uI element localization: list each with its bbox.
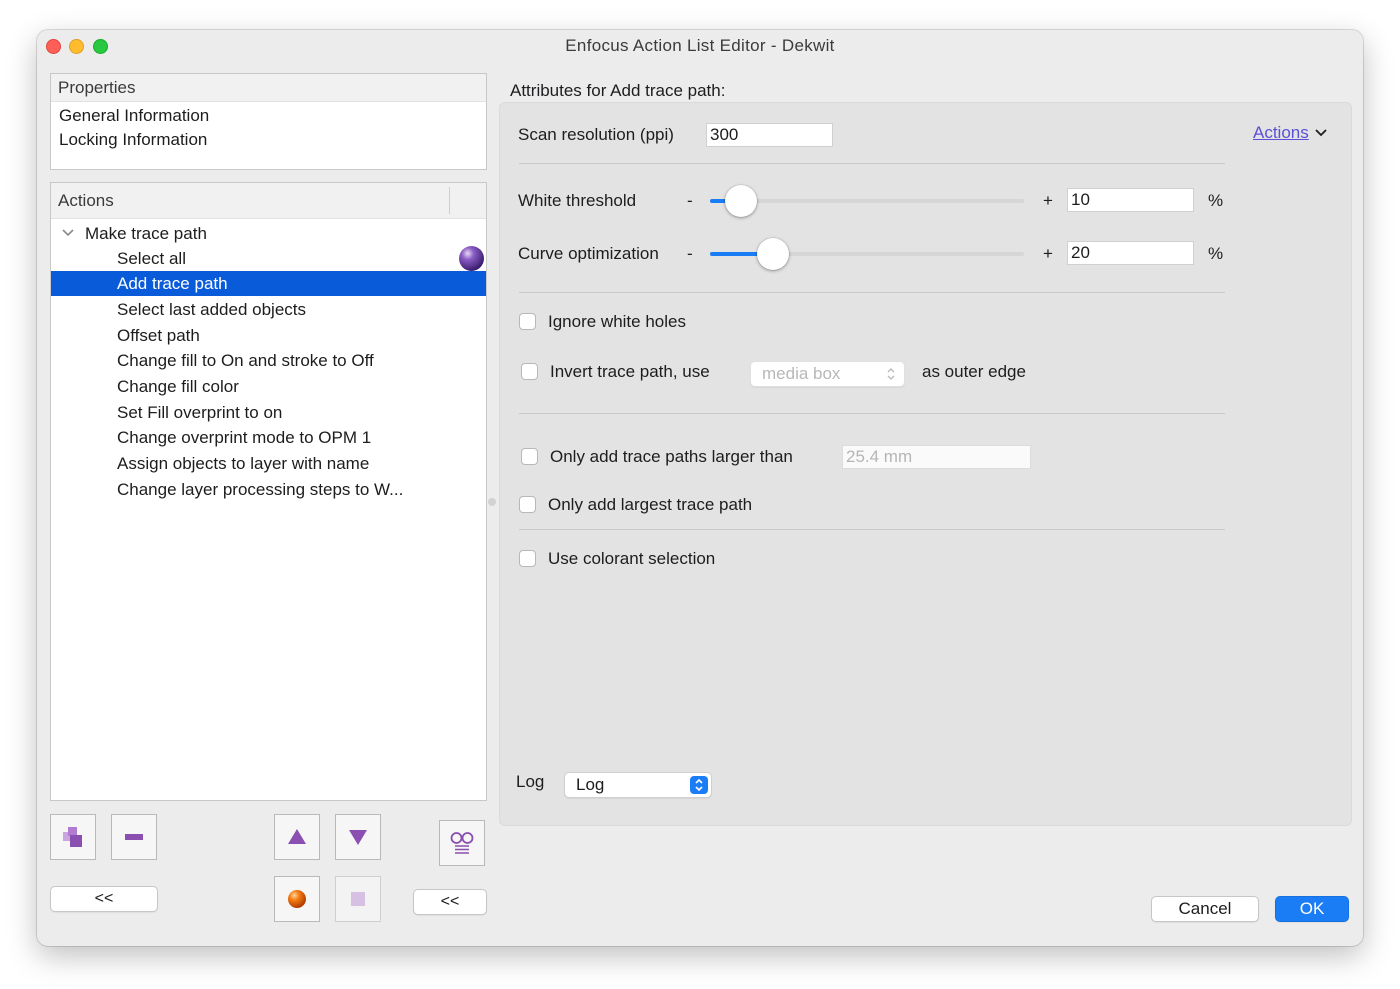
use-colorant-checkbox[interactable] <box>519 550 536 567</box>
triangle-up-icon <box>288 829 306 844</box>
properties-panel: Properties General Information Locking I… <box>50 73 487 170</box>
scan-resolution-label: Scan resolution (ppi) <box>518 125 674 144</box>
white-threshold-minus: - <box>687 191 693 210</box>
action-group-row[interactable]: Make trace path <box>51 221 486 246</box>
window-title: Enfocus Action List Editor - Dekwit <box>565 36 835 55</box>
actions-header-label: Actions <box>58 191 114 210</box>
cancel-button[interactable]: Cancel <box>1151 896 1259 922</box>
remove-action-button[interactable] <box>111 814 157 860</box>
action-item-label: Change overprint mode to OPM 1 <box>117 428 372 447</box>
curve-optimization-label: Curve optimization <box>518 244 659 263</box>
action-item-label: Assign objects to layer with name <box>117 454 370 473</box>
triangle-down-icon <box>349 830 367 845</box>
preview-button[interactable] <box>439 820 485 866</box>
add-layers-icon <box>63 827 82 847</box>
action-item-selected[interactable]: Add trace path <box>51 271 486 296</box>
action-item[interactable]: Select all <box>51 246 486 271</box>
action-item-label: Offset path <box>117 326 200 345</box>
use-colorant-label: Use colorant selection <box>548 549 716 568</box>
action-item-label: Add trace path <box>117 274 228 293</box>
action-item-label: Select all <box>117 249 186 268</box>
separator <box>519 163 1225 164</box>
glasses-icon <box>450 832 474 854</box>
action-item-label: Change fill color <box>117 377 239 396</box>
only-largest-checkbox[interactable] <box>519 496 536 513</box>
only-largest-label: Only add largest trace path <box>548 495 753 514</box>
only-larger-checkbox[interactable] <box>521 448 538 465</box>
action-item-label: Change layer processing steps to W... <box>117 480 404 499</box>
orange-ball-icon <box>288 890 306 908</box>
white-threshold-unit: % <box>1208 191 1224 210</box>
collapse-right-button[interactable]: << <box>413 889 487 915</box>
action-item-label: Set Fill overprint to on <box>117 403 283 422</box>
actions-menu-label: Actions <box>1253 123 1309 142</box>
action-item[interactable]: Select last added objects <box>51 297 486 322</box>
ignore-white-holes-checkbox[interactable] <box>519 313 536 330</box>
ignore-white-holes-label: Ignore white holes <box>548 312 686 331</box>
curve-optimization-slider-thumb[interactable] <box>756 238 789 270</box>
invert-trace-path-label: Invert trace path, use <box>550 362 710 381</box>
up-down-chevron-icon <box>695 778 703 792</box>
move-down-button[interactable] <box>335 814 381 860</box>
curve-optimization-unit: % <box>1208 244 1224 263</box>
action-item[interactable]: Change overprint mode to OPM 1 <box>51 425 486 450</box>
action-item[interactable]: Change layer processing steps to W... <box>51 477 486 502</box>
action-item[interactable]: Set Fill overprint to on <box>51 400 486 425</box>
splitter-handle[interactable] <box>488 498 496 506</box>
min-size-input[interactable]: 25.4 mm <box>842 445 1031 469</box>
curve-optimization-slider[interactable] <box>710 238 1024 270</box>
action-group-label: Make trace path <box>85 224 207 243</box>
separator <box>519 292 1225 293</box>
actions-header: Actions <box>51 183 486 219</box>
white-threshold-slider[interactable] <box>710 185 1024 217</box>
outer-edge-box-select-value: media box <box>762 364 841 383</box>
add-action-button[interactable] <box>50 814 96 860</box>
curve-optimization-input[interactable]: 20 <box>1067 241 1194 265</box>
log-select-stepper <box>690 776 708 794</box>
run-button[interactable] <box>274 876 320 922</box>
separator <box>519 529 1225 530</box>
log-label: Log <box>516 772 545 791</box>
properties-item-general[interactable]: General Information <box>51 103 486 128</box>
action-item-label: Select last added objects <box>117 300 307 319</box>
action-item[interactable]: Offset path <box>51 323 486 348</box>
properties-item-locking[interactable]: Locking Information <box>51 127 486 152</box>
white-threshold-label: White threshold <box>518 191 637 210</box>
title-bar: Enfocus Action List Editor - Dekwit <box>37 30 1363 60</box>
actions-menu[interactable]: Actions <box>1253 123 1328 143</box>
column-divider[interactable] <box>449 187 450 214</box>
action-item[interactable]: Change fill to On and stroke to Off <box>51 348 486 373</box>
move-up-button[interactable] <box>274 814 320 860</box>
chevron-down-icon <box>1315 129 1328 137</box>
white-threshold-input[interactable]: 10 <box>1067 188 1194 212</box>
log-select[interactable]: Log <box>564 772 712 798</box>
curve-optimization-minus: - <box>687 244 693 263</box>
log-select-value: Log <box>576 775 605 794</box>
invert-trace-path-checkbox[interactable] <box>521 363 538 380</box>
curve-optimization-plus: + <box>1043 244 1053 263</box>
outer-edge-suffix: as outer edge <box>922 362 1026 381</box>
scan-resolution-input[interactable]: 300 <box>706 123 833 147</box>
stop-button[interactable] <box>335 876 381 922</box>
outer-edge-box-select[interactable]: media box <box>750 361 905 387</box>
minus-icon <box>125 834 143 840</box>
ok-button[interactable]: OK <box>1275 896 1349 922</box>
action-item-label: Change fill to On and stroke to Off <box>117 351 374 370</box>
actions-panel: Actions Make trace path Select all Add t… <box>50 182 487 801</box>
only-larger-label: Only add trace paths larger than <box>550 447 793 466</box>
separator <box>519 413 1225 414</box>
action-list-editor-window: Enfocus Action List Editor - Dekwit Prop… <box>37 30 1363 946</box>
properties-header: Properties <box>51 74 486 102</box>
collapse-left-button[interactable]: << <box>50 886 158 912</box>
stop-square-icon <box>351 892 365 906</box>
action-item[interactable]: Change fill color <box>51 374 486 399</box>
action-item[interactable]: Assign objects to layer with name <box>51 451 486 476</box>
white-threshold-plus: + <box>1043 191 1053 210</box>
attributes-heading: Attributes for Add trace path: <box>510 81 726 100</box>
up-down-chevron-icon <box>887 368 895 380</box>
